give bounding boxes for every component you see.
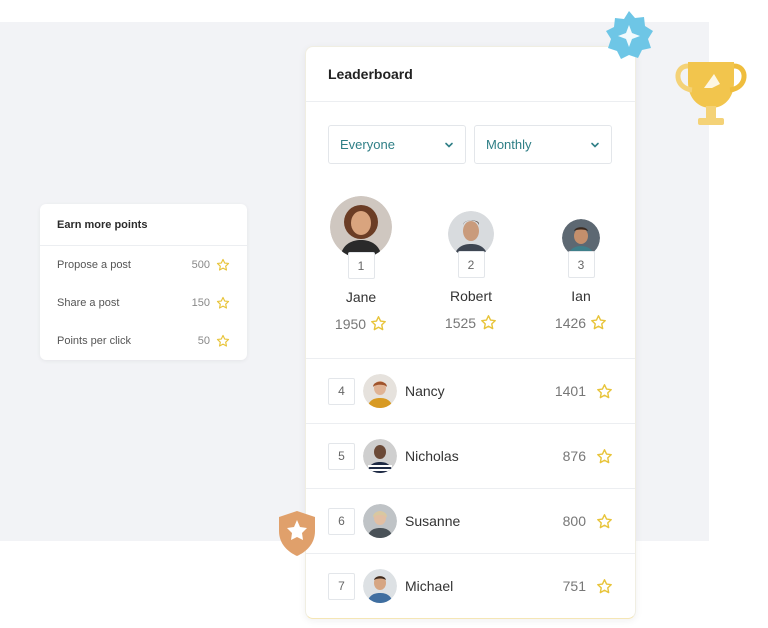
score-value: 876 — [562, 448, 586, 464]
rank-badge: 6 — [328, 507, 355, 535]
podium-second[interactable]: 2 Robert 1525 — [421, 211, 521, 331]
player-name: Nicholas — [405, 448, 459, 464]
rank-badge: 3 — [567, 251, 595, 278]
avatar — [330, 196, 392, 258]
score-value: 800 — [562, 513, 586, 529]
star-icon — [216, 258, 230, 271]
period-select[interactable]: Monthly — [474, 125, 612, 164]
star-icon — [591, 315, 607, 330]
earn-item: Share a post 150 — [40, 284, 247, 322]
star-icon — [597, 448, 612, 463]
podium-third[interactable]: 3 Ian 1426 — [531, 219, 631, 331]
player-name: Robert — [449, 288, 493, 304]
shield-star-badge-icon — [279, 511, 315, 556]
podium-first[interactable]: 1 Jane 1950 — [311, 196, 411, 332]
earn-item-label: Points per click — [57, 335, 131, 347]
rank-badge: 4 — [328, 377, 355, 405]
star-icon — [371, 316, 387, 331]
player-name: Michael — [405, 578, 454, 594]
chevron-down-icon — [591, 142, 599, 148]
earn-item: Points per click 50 — [40, 322, 247, 360]
player-name: Ian — [571, 288, 591, 304]
leaderboard-card: Leaderboard Everyone Monthly 1 Jane 1950 — [305, 46, 636, 619]
list-item[interactable]: 4 Nancy 1401 — [306, 358, 635, 423]
list-item[interactable]: 6 Susanne 800 — [306, 488, 635, 553]
earn-item-points: 150 — [191, 297, 210, 309]
player-score: 1525 — [445, 314, 497, 331]
trophy-icon — [675, 62, 747, 125]
earn-item-points: 500 — [191, 259, 210, 271]
score-value: 1426 — [554, 314, 587, 331]
player-name: Susanne — [405, 513, 461, 529]
star-icon — [216, 296, 230, 309]
star-icon — [216, 334, 230, 347]
leaderboard-list: 4 Nancy 1401 5 Nicholas 876 6 Susanne 80… — [306, 358, 635, 618]
period-select-value: Monthly — [486, 137, 532, 152]
rank-badge: 7 — [328, 572, 355, 600]
avatar — [363, 374, 397, 408]
rank-badge: 1 — [347, 252, 375, 279]
avatar — [363, 569, 397, 603]
filters: Everyone Monthly — [306, 102, 635, 164]
player-score: 1950 — [335, 315, 387, 332]
list-item[interactable]: 7 Michael 751 — [306, 553, 635, 618]
audience-select[interactable]: Everyone — [328, 125, 466, 164]
score-value: 1401 — [554, 383, 586, 399]
score-value: 1950 — [334, 315, 367, 332]
star-icon — [597, 383, 612, 398]
avatar — [363, 504, 397, 538]
chevron-down-icon — [445, 142, 453, 148]
player-score: 1426 — [555, 314, 607, 331]
star-icon — [597, 578, 612, 593]
earn-points-card: Earn more points Propose a post 500 Shar… — [40, 204, 247, 360]
earn-item-points: 50 — [197, 335, 210, 347]
score-value: 751 — [562, 578, 586, 594]
blue-star-badge-icon — [606, 11, 653, 59]
list-item[interactable]: 5 Nicholas 876 — [306, 423, 635, 488]
audience-select-value: Everyone — [340, 137, 395, 152]
rank-badge: 5 — [328, 442, 355, 470]
earn-item-label: Propose a post — [57, 259, 131, 271]
player-name: Jane — [345, 289, 377, 305]
player-name: Nancy — [405, 383, 445, 399]
leaderboard-title: Leaderboard — [306, 47, 635, 102]
score-value: 1525 — [444, 314, 477, 331]
podium: 1 Jane 1950 2 Robert 1525 3 Ian 1426 — [306, 164, 635, 334]
rank-badge: 2 — [457, 251, 485, 278]
earn-item: Propose a post 500 — [40, 246, 247, 284]
star-icon — [481, 315, 497, 330]
star-icon — [597, 513, 612, 528]
earn-points-title: Earn more points — [40, 204, 247, 246]
avatar — [363, 439, 397, 473]
earn-item-label: Share a post — [57, 297, 120, 309]
